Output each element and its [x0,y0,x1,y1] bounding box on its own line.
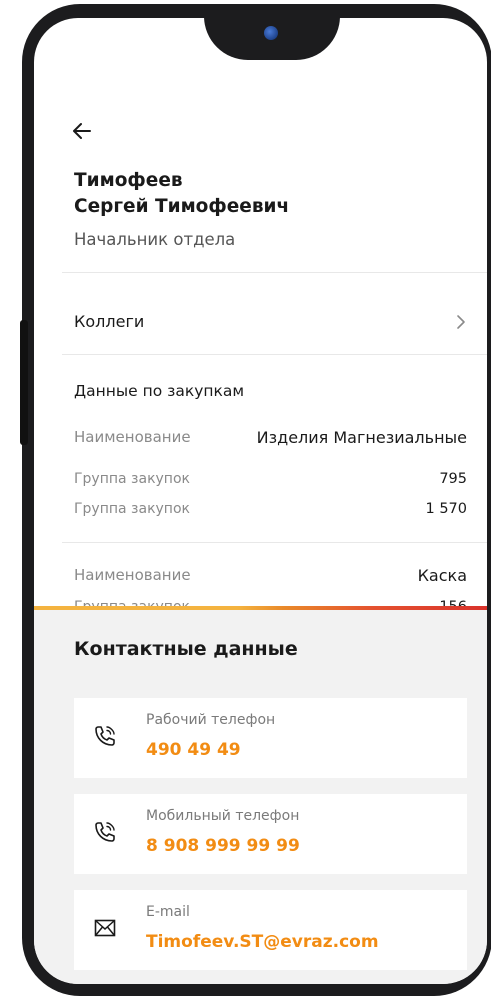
purchases-title: Данные по закупкам [74,382,245,400]
email-label: E-mail [146,904,190,920]
mobile-phone-value[interactable]: 8 908 999 99 99 [146,836,300,856]
arrow-left-icon [73,123,91,139]
mobile-phone-label: Мобильный телефон [146,808,300,824]
mail-icon [94,919,116,937]
camera-icon [264,26,278,40]
purchase-name-row: Наименование Изделия Магнезиальные [74,428,467,450]
purchase-group-row: Группа закупок 1 570 [74,501,467,523]
phone-icon [95,726,115,746]
chevron-right-icon [457,315,465,329]
phone-side-button [20,320,28,445]
email-card[interactable]: E-mail Timofeev.ST@evraz.com [74,890,467,970]
phone-icon [95,822,115,842]
employee-name: Тимофеев Сергей Тимофеевич [74,168,289,220]
app-screen: Тимофеев Сергей Тимофеевич Начальник отд… [34,18,487,984]
contacts-panel: Контактные данные Рабочий телефон 490 49… [34,610,487,984]
purchase-group-value: 795 [439,471,467,487]
contacts-title: Контактные данные [74,638,298,660]
purchase-name-value: Изделия Магнезиальные [256,428,467,447]
work-phone-label: Рабочий телефон [146,712,276,728]
divider [62,272,487,273]
purchase-group-label: Группа закупок [74,471,190,487]
employee-position: Начальник отдела [74,230,236,249]
back-button[interactable] [68,118,96,144]
colleagues-label: Коллеги [74,312,145,331]
purchase-group-label: Группа закупок [74,501,190,517]
email-value[interactable]: Timofeev.ST@evraz.com [146,932,379,952]
divider [62,354,487,355]
employee-last-name: Тимофеев [74,170,183,191]
employee-first-name: Сергей Тимофеевич [74,196,290,217]
purchase-group-value: 1 570 [425,501,467,517]
purchase-name-value: Каска [417,566,467,585]
mobile-phone-card[interactable]: Мобильный телефон 8 908 999 99 99 [74,794,467,874]
work-phone-card[interactable]: Рабочий телефон 490 49 49 [74,698,467,778]
divider [62,542,487,543]
purchase-name-row: Наименование Каска [74,566,467,588]
colleagues-link[interactable]: Коллеги [34,288,487,354]
purchase-name-label: Наименование [74,566,191,584]
purchase-name-label: Наименование [74,428,191,446]
camera-notch [204,18,340,60]
work-phone-value[interactable]: 490 49 49 [146,740,241,760]
purchase-group-row: Группа закупок 795 [74,471,467,493]
